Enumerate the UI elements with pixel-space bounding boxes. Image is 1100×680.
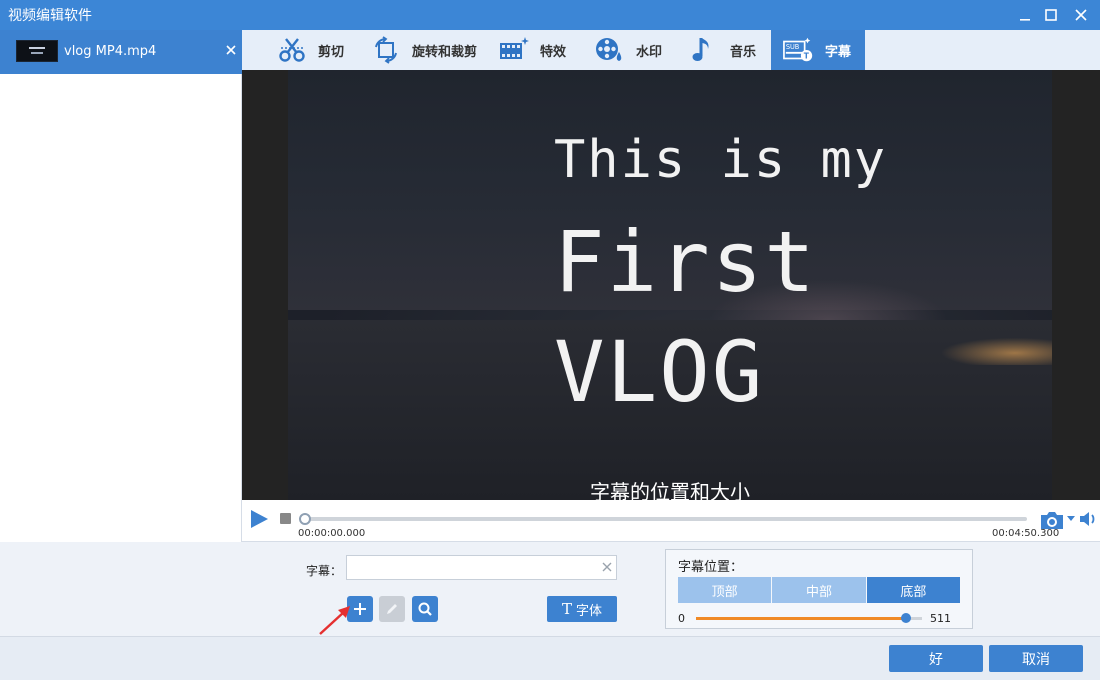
font-button[interactable]: T 字体 (547, 596, 617, 622)
play-icon[interactable] (248, 508, 270, 530)
scissors-icon (276, 34, 308, 66)
position-bottom-option[interactable]: 底部 (866, 577, 960, 603)
watermark-icon (594, 34, 626, 66)
svg-text:T: T (804, 51, 810, 60)
slider-knob[interactable] (901, 613, 912, 623)
close-icon (1075, 9, 1087, 21)
annotation-arrow-icon (319, 606, 350, 635)
tab-label: 特效 (540, 44, 567, 60)
subtitle-label: 字幕： (306, 564, 343, 578)
current-time: 00:00:00.000 (298, 528, 366, 539)
tab-label: 旋转和裁剪 (412, 44, 478, 60)
feature-tabs: 剪切 旋转和裁剪 特效 水印 音乐 SUB T 字幕 (242, 30, 1100, 70)
video-preview-area: This is my First VLOG 字幕的位置和大小 (242, 70, 1100, 500)
search-subtitle-button[interactable] (412, 596, 438, 622)
minimize-icon (1020, 19, 1030, 21)
position-title: 字幕位置： (678, 560, 744, 575)
tab-rotate-crop[interactable]: 旋转和裁剪 (370, 30, 477, 70)
position-segmented-control: 顶部 中部 底部 (678, 577, 960, 603)
tab-label: 剪切 (318, 44, 345, 60)
progress-knob[interactable] (299, 513, 311, 525)
rotate-crop-icon (370, 34, 402, 66)
tab-music[interactable]: 音乐 (688, 30, 756, 70)
subtitle-input[interactable] (346, 555, 617, 580)
tab-label: 水印 (636, 44, 663, 60)
edit-subtitle-button[interactable] (379, 596, 405, 622)
chevron-down-icon[interactable] (1066, 513, 1076, 523)
file-list-item[interactable]: vlog MP4.mp4 (0, 30, 242, 74)
clear-input-icon[interactable] (600, 560, 614, 574)
subtitle-preview-text[interactable]: 字幕的位置和大小 (288, 476, 1052, 500)
position-top-option[interactable]: 顶部 (678, 577, 773, 603)
maximize-icon (1045, 9, 1057, 21)
maximize-button[interactable] (1036, 0, 1066, 30)
video-thumbnail (16, 40, 58, 62)
stop-icon[interactable] (280, 513, 291, 524)
video-text-line-2: First (554, 213, 817, 311)
video-frame: This is my First VLOG 字幕的位置和大小 (288, 70, 1052, 500)
slider-max-value: 511 (930, 612, 951, 625)
effects-film-icon (498, 34, 530, 66)
video-text-line-1: This is my (554, 130, 888, 190)
tab-cut[interactable]: 剪切 (276, 30, 344, 70)
slider-fill (696, 617, 907, 620)
pencil-icon (387, 604, 397, 614)
font-t-icon: T (561, 600, 572, 618)
window-title: 视频编辑软件 (8, 8, 92, 24)
progress-track[interactable] (302, 517, 1027, 521)
close-window-button[interactable] (1066, 0, 1096, 30)
file-list-panel: vlog MP4.mp4 (0, 30, 242, 542)
position-slider[interactable] (696, 613, 922, 623)
magnifier-icon (418, 602, 432, 616)
tab-label: 字幕 (825, 44, 852, 60)
svg-text:SUB: SUB (786, 43, 800, 51)
font-button-label: 字体 (576, 603, 603, 619)
subtitle-icon: SUB T (783, 34, 815, 66)
remove-file-close-icon[interactable] (224, 43, 238, 57)
ok-button[interactable]: 好 (889, 645, 983, 672)
slider-min-value: 0 (678, 612, 685, 625)
file-name: vlog MP4.mp4 (64, 44, 157, 59)
snapshot-camera-icon[interactable] (1039, 508, 1065, 532)
tab-subtitles[interactable]: SUB T 字幕 (771, 30, 865, 70)
cancel-button[interactable]: 取消 (989, 645, 1083, 672)
title-bar: 视频编辑软件 (0, 0, 1100, 30)
music-note-icon (688, 34, 720, 66)
tab-label: 音乐 (730, 44, 757, 60)
tab-effects[interactable]: 特效 (498, 30, 566, 70)
tab-watermark[interactable]: 水印 (594, 30, 662, 70)
position-middle-option[interactable]: 中部 (772, 577, 867, 603)
playback-controls: 00:00:00.000 00:04:50.300 (242, 500, 1100, 542)
volume-icon[interactable] (1078, 509, 1098, 529)
video-text-line-3: VLOG (554, 323, 765, 421)
subtitle-position-panel: 字幕位置： 顶部 中部 底部 0 511 (665, 549, 973, 629)
subtitle-editor-panel: 字幕： T 字体 字幕位置： 顶部 中部 底部 0 511 (0, 542, 1100, 636)
dialog-footer: 好 取消 (0, 636, 1100, 680)
